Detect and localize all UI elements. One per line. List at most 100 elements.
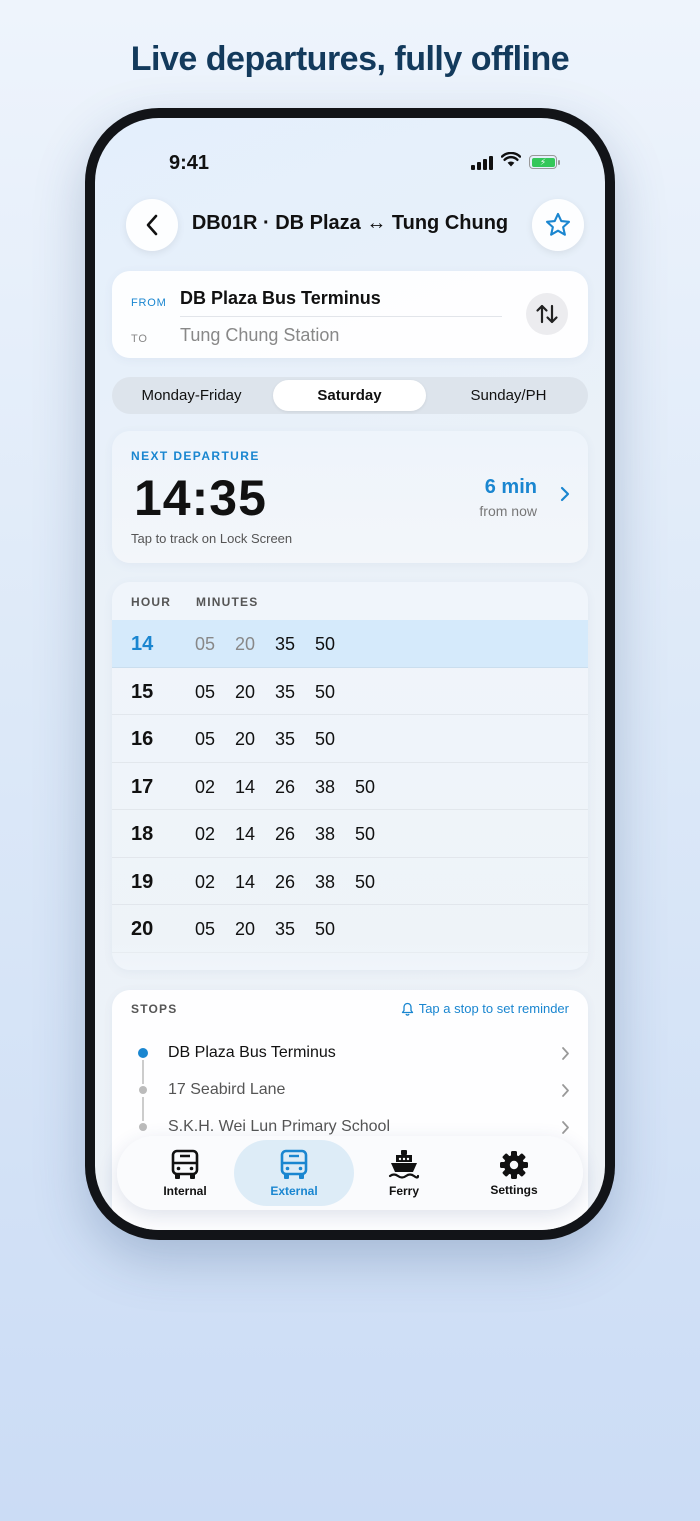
minute-cell[interactable]: 20 xyxy=(235,919,275,940)
stop-item[interactable]: DB Plaza Bus Terminus xyxy=(112,1036,588,1084)
tab-ferry[interactable]: Ferry xyxy=(344,1140,464,1206)
tab-sunday-ph[interactable]: Sunday/PH xyxy=(432,380,585,411)
stop-name: 17 Seabird Lane xyxy=(168,1081,286,1098)
minute-cell[interactable]: 35 xyxy=(275,634,315,655)
minute-cell[interactable]: 26 xyxy=(275,872,315,893)
timetable-row: 17 02 14 26 38 50 xyxy=(112,763,588,810)
wifi-icon xyxy=(500,151,522,172)
minute-cell[interactable]: 50 xyxy=(315,729,355,750)
minute-cell[interactable]: 26 xyxy=(275,777,315,798)
tab-label: External xyxy=(270,1183,318,1198)
chevron-right-icon xyxy=(562,1121,569,1134)
status-icons: ⚡ xyxy=(471,151,560,172)
scroll-fade xyxy=(112,942,588,970)
minute-cell[interactable]: 50 xyxy=(315,634,355,655)
stop-name: S.K.H. Wei Lun Primary School xyxy=(168,1118,391,1135)
stops-header: STOPS xyxy=(131,1002,178,1016)
star-icon xyxy=(545,212,571,236)
next-departure-label: NEXT DEPARTURE xyxy=(131,449,260,463)
minute-cell[interactable]: 26 xyxy=(275,824,315,845)
minute-cell[interactable]: 38 xyxy=(315,872,355,893)
minute-cell[interactable]: 05 xyxy=(195,682,235,703)
minute-cell[interactable]: 02 xyxy=(195,824,235,845)
minute-cell[interactable]: 05 xyxy=(195,729,235,750)
back-button[interactable] xyxy=(126,199,178,251)
chevron-left-icon xyxy=(146,214,158,236)
minute-cell[interactable]: 50 xyxy=(355,872,395,893)
route-divider xyxy=(180,316,502,317)
minute-cell[interactable]: 50 xyxy=(355,777,395,798)
favorite-button[interactable] xyxy=(532,199,584,251)
timetable-rows: 14 05 20 35 50 15 05 20 35 50 16 05 20 3… xyxy=(112,620,588,953)
minute-cell[interactable]: 14 xyxy=(235,872,275,893)
tab-settings[interactable]: Settings xyxy=(454,1140,574,1206)
minute-cell[interactable]: 02 xyxy=(195,872,235,893)
hour-cell: 17 xyxy=(131,775,154,798)
chevron-right-icon xyxy=(562,1084,569,1097)
reminder-hint[interactable]: Tap a stop to set reminder xyxy=(401,1001,569,1016)
swap-direction-button[interactable] xyxy=(526,293,568,335)
minutes-until: 6 min xyxy=(484,476,537,498)
status-time: 9:41 xyxy=(169,152,210,174)
tab-label: Settings xyxy=(490,1182,538,1197)
minute-cell[interactable]: 05 xyxy=(195,634,235,655)
bus-icon xyxy=(171,1149,199,1179)
tab-bar: Internal External Ferry Settings xyxy=(117,1136,583,1210)
minute-cell[interactable]: 35 xyxy=(275,729,315,750)
route-card: FROM DB Plaza Bus Terminus TO Tung Chung… xyxy=(112,271,588,358)
minute-cell[interactable]: 50 xyxy=(315,682,355,703)
minute-cell[interactable]: 20 xyxy=(235,682,275,703)
tab-external[interactable]: External xyxy=(234,1140,354,1206)
hour-header: HOUR xyxy=(131,595,172,609)
chevron-right-icon xyxy=(560,486,570,502)
minute-cell[interactable]: 50 xyxy=(355,824,395,845)
minute-cell[interactable]: 20 xyxy=(235,729,275,750)
minute-cell[interactable]: 35 xyxy=(275,682,315,703)
stop-dot xyxy=(138,1048,148,1058)
timetable-row: 15 05 20 35 50 xyxy=(112,668,588,715)
tab-label: Internal xyxy=(163,1183,207,1198)
from-label: FROM xyxy=(131,297,167,309)
day-type-selector: Monday-Friday Saturday Sunday/PH xyxy=(112,377,588,414)
timetable-row-current: 14 05 20 35 50 xyxy=(112,620,588,668)
route-title: DB01R · DB Plaza ↔ Tung Chung xyxy=(191,212,509,234)
from-stop[interactable]: DB Plaza Bus Terminus xyxy=(180,288,381,309)
ferry-icon xyxy=(388,1149,420,1179)
timetable-row: 19 02 14 26 38 50 xyxy=(112,858,588,905)
next-departure-time: 14:35 xyxy=(134,470,267,526)
stop-dot xyxy=(139,1086,147,1094)
minute-cell[interactable]: 35 xyxy=(275,919,315,940)
lock-screen-hint: Tap to track on Lock Screen xyxy=(131,531,293,546)
bus-icon xyxy=(280,1149,308,1179)
to-label: TO xyxy=(131,333,148,345)
minute-cell[interactable]: 50 xyxy=(315,919,355,940)
minute-cell[interactable]: 20 xyxy=(235,634,275,655)
to-stop[interactable]: Tung Chung Station xyxy=(180,325,339,346)
chevron-right-icon xyxy=(562,1047,569,1060)
stop-item[interactable]: 17 Seabird Lane xyxy=(112,1073,588,1121)
tab-saturday[interactable]: Saturday xyxy=(273,380,426,411)
minutes-header: MINUTES xyxy=(196,595,259,609)
tab-monday-friday[interactable]: Monday-Friday xyxy=(115,380,268,411)
battery-icon: ⚡ xyxy=(529,155,560,169)
phone-screen: 9:41 ⚡ DB01R · DB Plaza ↔ Tung Chung FRO… xyxy=(95,118,605,1230)
hour-cell: 16 xyxy=(131,728,154,750)
hour-cell: 18 xyxy=(131,823,154,845)
phone-frame: 9:41 ⚡ DB01R · DB Plaza ↔ Tung Chung FRO… xyxy=(85,108,615,1240)
minute-cell[interactable]: 38 xyxy=(315,824,355,845)
gear-icon xyxy=(500,1150,528,1179)
reminder-hint-text: Tap a stop to set reminder xyxy=(418,1001,569,1016)
hour-cell: 15 xyxy=(131,680,154,703)
minute-cell[interactable]: 02 xyxy=(195,777,235,798)
minute-cell[interactable]: 14 xyxy=(235,824,275,845)
tab-internal[interactable]: Internal xyxy=(125,1140,245,1206)
next-departure-card[interactable]: NEXT DEPARTURE 14:35 Tap to track on Loc… xyxy=(112,431,588,563)
minute-cell[interactable]: 38 xyxy=(315,777,355,798)
minute-cell[interactable]: 05 xyxy=(195,919,235,940)
tab-label: Ferry xyxy=(388,1183,420,1198)
bell-icon xyxy=(401,1002,413,1016)
timetable-row: 16 05 20 35 50 xyxy=(112,715,588,763)
headline: Live departures, fully offline xyxy=(130,40,570,78)
minute-cell[interactable]: 14 xyxy=(235,777,275,798)
timetable-row: 18 02 14 26 38 50 xyxy=(112,810,588,858)
